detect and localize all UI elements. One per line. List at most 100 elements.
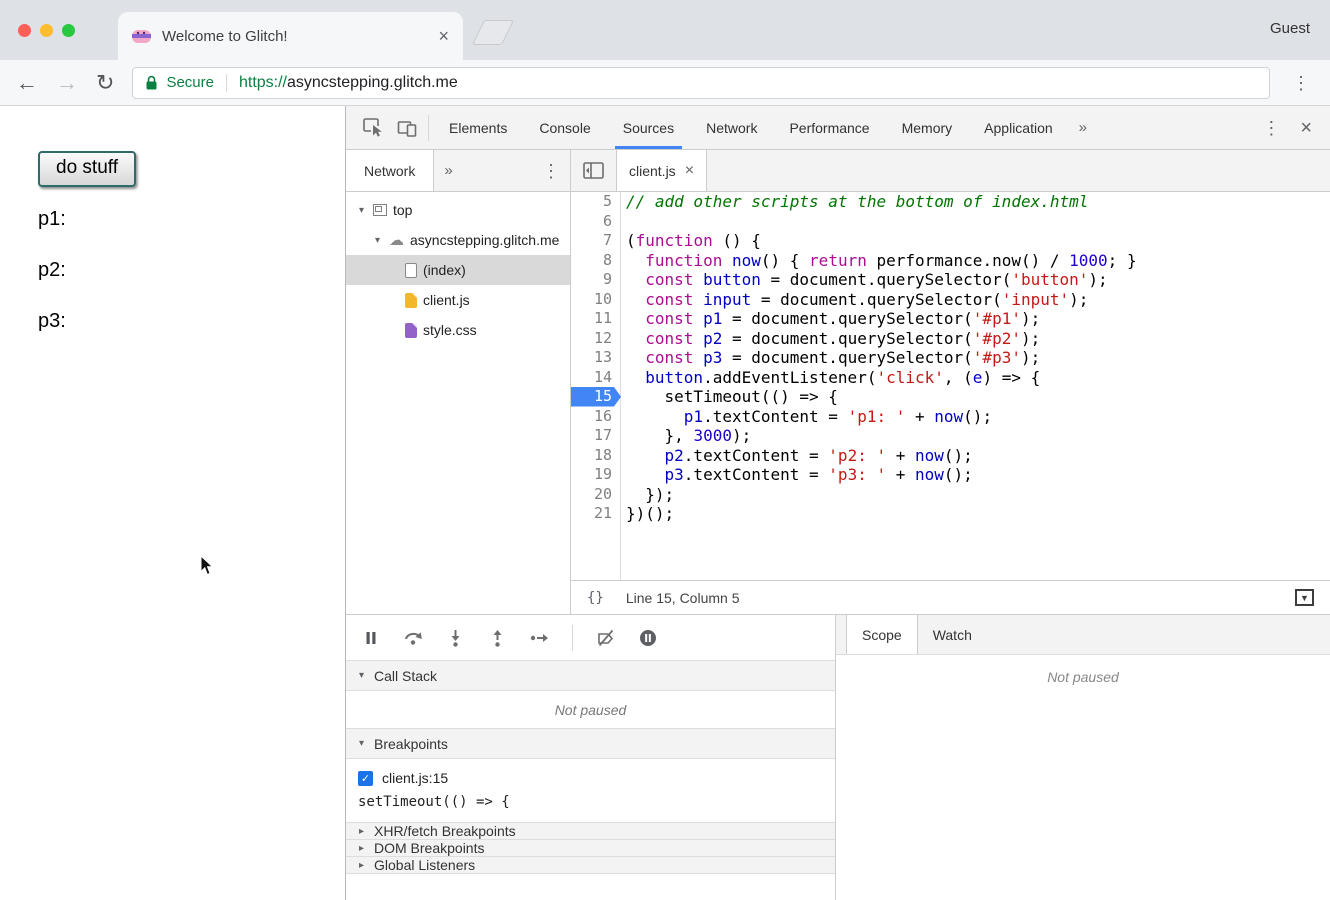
line-number[interactable]: 6 (571, 212, 621, 232)
line-number[interactable]: 13 (571, 348, 621, 368)
browser-toolbar: ← → ↻ Secure https://asyncstepping.glitc… (0, 60, 1330, 106)
sidebar-tab-watch[interactable]: Watch (918, 615, 987, 654)
section-breakpoints[interactable]: ▾ Breakpoints (346, 729, 835, 759)
zoom-window-button[interactable] (62, 24, 75, 37)
line-number[interactable]: 20 (571, 485, 621, 505)
line-number[interactable]: 21 (571, 504, 621, 524)
line-number[interactable]: 5 (571, 192, 621, 212)
code-line-10: 10 const input = document.querySelector(… (571, 290, 1330, 310)
browser-window: Welcome to Glitch! × Guest ← → ↻ Secure … (0, 0, 1330, 900)
tree-item-style-css[interactable]: style.css (346, 315, 570, 345)
code-text (621, 212, 626, 232)
breakpoint-checkbox[interactable]: ✓ (358, 771, 373, 786)
devtools-tab-network[interactable]: Network (690, 106, 773, 149)
devtools-tab-sources[interactable]: Sources (607, 106, 690, 149)
tab-close-icon[interactable]: × (438, 27, 449, 45)
twisty-icon[interactable]: ▾ (356, 205, 367, 216)
code-line-15: 15 setTimeout(() => { (571, 387, 1330, 407)
section-title: XHR/fetch Breakpoints (374, 823, 516, 839)
tree-item-top[interactable]: ▾top (346, 195, 570, 225)
step-icon[interactable] (526, 625, 552, 651)
collapse-icon: ▾ (356, 670, 367, 681)
navigator-menu-icon[interactable]: ⋮ (532, 162, 570, 180)
section-xhr-fetch-breakpoints[interactable]: ▸XHR/fetch Breakpoints (346, 823, 835, 840)
secure-label: Secure (166, 74, 214, 91)
twisty-icon[interactable]: ▾ (372, 235, 383, 246)
navigator-toggle-icon[interactable] (583, 162, 604, 179)
expand-drawer-icon[interactable]: ▼ (1295, 589, 1314, 606)
forward-icon: → (56, 72, 78, 94)
pretty-print-icon[interactable]: {} (587, 590, 604, 606)
devtools-close-icon[interactable]: × (1292, 118, 1320, 138)
new-tab-button[interactable] (472, 20, 514, 45)
line-number[interactable]: 9 (571, 270, 621, 290)
step-into-icon[interactable] (442, 625, 468, 651)
do-stuff-button[interactable]: do stuff (38, 151, 136, 187)
address-bar[interactable]: Secure https://asyncstepping.glitch.me (132, 67, 1270, 99)
code-line-19: 19 p3.textContent = 'p3: ' + now(); (571, 465, 1330, 485)
line-number[interactable]: 11 (571, 309, 621, 329)
minimize-window-button[interactable] (40, 24, 53, 37)
code-line-5: 5// add other scripts at the bottom of i… (571, 192, 1330, 212)
code-text: p2.textContent = 'p2: ' + now(); (621, 446, 973, 466)
section-global-listeners[interactable]: ▸Global Listeners (346, 857, 835, 874)
breakpoint-entry[interactable]: ✓ client.js:15 setTimeout(() => { (346, 759, 835, 823)
devtools-tab-application[interactable]: Application (968, 106, 1069, 149)
step-over-icon[interactable] (400, 625, 426, 651)
line-number[interactable]: 16 (571, 407, 621, 427)
pause-script-icon[interactable] (358, 625, 384, 651)
devtools-tab-console[interactable]: Console (523, 106, 606, 149)
line-number[interactable]: 8 (571, 251, 621, 271)
code-line-9: 9 const button = document.querySelector(… (571, 270, 1330, 290)
code-line-14: 14 button.addEventListener('click', (e) … (571, 368, 1330, 388)
editor-tab-label: client.js (629, 163, 676, 179)
navigator-pane: Network » ⋮ ▾top▾☁asyncstepping.glitch.m… (346, 150, 571, 614)
deactivate-breakpoints-icon[interactable] (593, 625, 619, 651)
inspect-element-icon[interactable] (356, 118, 390, 137)
url-host: asyncstepping.glitch.me (287, 74, 458, 91)
devtools-tab-performance[interactable]: Performance (773, 106, 885, 149)
omnibox-divider (226, 74, 227, 92)
devtools-tab-memory[interactable]: Memory (886, 106, 969, 149)
browser-tab[interactable]: Welcome to Glitch! × (118, 12, 463, 60)
line-number[interactable]: 14 (571, 368, 621, 388)
code-editor[interactable]: 5// add other scripts at the bottom of i… (571, 192, 1330, 580)
tree-item-label: asyncstepping.glitch.me (410, 232, 559, 248)
code-text: const button = document.querySelector('b… (621, 270, 1108, 290)
sidebar-tab-scope[interactable]: Scope (846, 615, 918, 654)
code-line-17: 17 }, 3000); (571, 426, 1330, 446)
section-dom-breakpoints[interactable]: ▸DOM Breakpoints (346, 840, 835, 857)
tree-item-client-js[interactable]: client.js (346, 285, 570, 315)
line-number[interactable]: 7 (571, 231, 621, 251)
line-number[interactable]: 18 (571, 446, 621, 466)
editor-tab-clientjs[interactable]: client.js × (616, 150, 707, 191)
pause-on-exceptions-icon[interactable] (635, 625, 661, 651)
navigator-tab-network[interactable]: Network (346, 150, 434, 191)
device-toolbar-icon[interactable] (390, 119, 424, 137)
back-icon[interactable]: ← (16, 72, 38, 94)
editor-tab-close-icon[interactable]: × (685, 163, 694, 179)
navigator-tabbar: Network » ⋮ (346, 150, 570, 192)
lock-icon (145, 75, 158, 91)
code-text: }); (621, 485, 674, 505)
tree-item-asyncstepping-glitch-me[interactable]: ▾☁asyncstepping.glitch.me (346, 225, 570, 255)
devtools-tab-elements[interactable]: Elements (433, 106, 523, 149)
line-number[interactable]: 17 (571, 426, 621, 446)
line-number[interactable]: 10 (571, 290, 621, 310)
more-tabs-icon[interactable]: » (1069, 119, 1097, 136)
line-number[interactable]: 12 (571, 329, 621, 349)
reload-icon[interactable]: ↻ (96, 72, 114, 94)
tree-item--index-[interactable]: (index) (346, 255, 570, 285)
step-out-icon[interactable] (484, 625, 510, 651)
close-window-button[interactable] (18, 24, 31, 37)
browser-menu-icon[interactable]: ⋮ (1288, 74, 1314, 92)
breakpoint-marker[interactable]: 15 (571, 387, 621, 407)
devtools-menu-icon[interactable]: ⋮ (1250, 119, 1292, 137)
cursor-position-label: Line 15, Column 5 (626, 590, 740, 606)
profile-label[interactable]: Guest (1270, 20, 1310, 37)
section-call-stack[interactable]: ▾ Call Stack (346, 661, 835, 691)
line-number[interactable]: 19 (571, 465, 621, 485)
navigator-more-tabs-icon[interactable]: » (434, 162, 462, 179)
code-line-12: 12 const p2 = document.querySelector('#p… (571, 329, 1330, 349)
code-text: }, 3000); (621, 426, 751, 446)
